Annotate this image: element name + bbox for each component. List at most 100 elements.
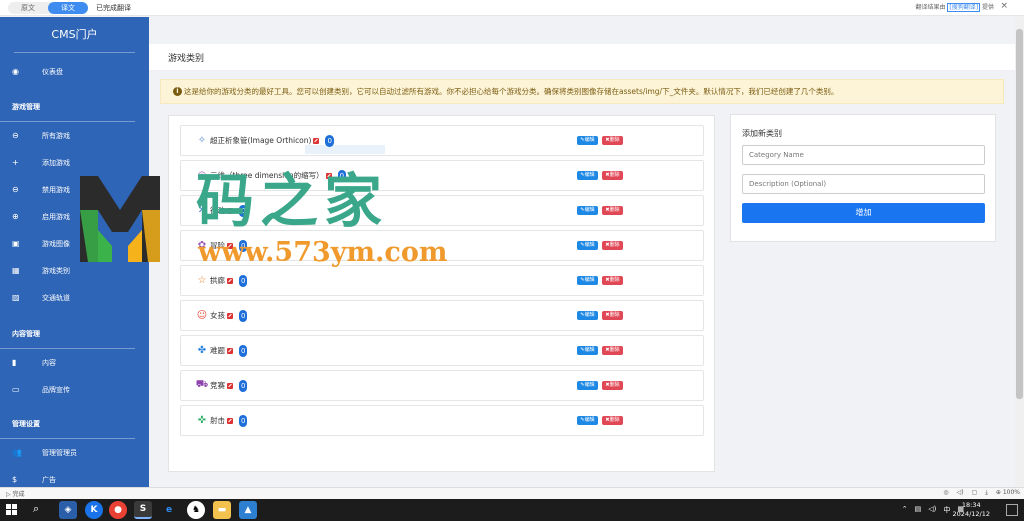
row-actions: ✎编辑 ✖删除 bbox=[577, 241, 623, 250]
delete-button[interactable]: ✖删除 bbox=[602, 136, 623, 145]
edit-button[interactable]: ✎编辑 bbox=[577, 276, 598, 285]
search-icon[interactable]: ⌕ bbox=[33, 502, 39, 516]
section-admin-settings: 管理设置 bbox=[0, 409, 135, 439]
external-link-icon[interactable] bbox=[227, 277, 233, 284]
shield-icon[interactable]: ◎ bbox=[943, 489, 948, 497]
delete-button[interactable]: ✖删除 bbox=[602, 346, 623, 355]
external-link-icon[interactable] bbox=[227, 417, 233, 424]
photos-icon[interactable]: ▲ bbox=[239, 501, 257, 519]
grid-icon: ▦ bbox=[12, 266, 20, 275]
delete-button[interactable]: ✖删除 bbox=[602, 416, 623, 425]
delete-button[interactable]: ✖删除 bbox=[602, 276, 623, 285]
translation-credit: 翻译结果由 [搜狗翻译] 提供 bbox=[915, 3, 994, 12]
row-actions: ✎编辑 ✖删除 bbox=[577, 206, 623, 215]
map-icon: ▨ bbox=[12, 293, 20, 302]
category-description-input[interactable] bbox=[742, 174, 985, 194]
ime-indicator[interactable]: 中 bbox=[943, 505, 950, 515]
sidebar-item-branding[interactable]: ▭ 品牌宣传 bbox=[0, 376, 149, 403]
notice-text: 这是给你的游戏分类的最好工具。您可以创建类别，它可以自动过滤所有游戏。你不必担心… bbox=[184, 87, 839, 96]
sidebar-item-ads[interactable]: $ 广告 bbox=[0, 466, 149, 487]
clock-time: 18:34 bbox=[961, 501, 981, 509]
delete-button[interactable]: ✖删除 bbox=[602, 311, 623, 320]
page-title: 游戏类别 bbox=[168, 53, 205, 64]
watermark-title: 码之家 bbox=[196, 167, 389, 235]
edit-button[interactable]: ✎编辑 bbox=[577, 136, 598, 145]
folder-icon[interactable]: ▬ bbox=[213, 501, 231, 519]
external-link-icon[interactable] bbox=[227, 312, 233, 319]
edit-button[interactable]: ✎编辑 bbox=[577, 311, 598, 320]
browser-status-bar: ▷ 完成 ◎ ◁) ▢ ⤓ ⊕ 100% bbox=[0, 487, 1024, 499]
notification-icon[interactable] bbox=[1006, 504, 1018, 516]
sidebar-item-admins[interactable]: 👥 管理管理员 bbox=[0, 439, 149, 466]
info-icon: i bbox=[173, 87, 182, 96]
info-notice: i 这是给你的游戏分类的最好工具。您可以创建类别，它可以自动过滤所有游戏。你不必… bbox=[160, 79, 1004, 104]
sound-icon[interactable]: ◁) bbox=[957, 489, 964, 497]
section-game-management: 游戏管理 bbox=[0, 92, 135, 122]
edit-button[interactable]: ✎编辑 bbox=[577, 241, 598, 250]
external-link-icon[interactable] bbox=[313, 137, 320, 144]
app-icon-1[interactable]: ◈ bbox=[59, 501, 77, 519]
sidebar-item-dashboard[interactable]: ◉ 仪表盘 bbox=[0, 58, 149, 85]
section-content-management: 内容管理 bbox=[0, 319, 135, 349]
qq-icon[interactable]: ♞ bbox=[187, 501, 205, 519]
game-count-badge: 0 bbox=[239, 414, 248, 427]
form-title: 添加新类别 bbox=[742, 129, 782, 138]
add-category-button[interactable]: 增加 bbox=[742, 203, 985, 223]
download-icon[interactable]: ⤓ bbox=[985, 489, 988, 497]
zoom-level[interactable]: ⊕ 100% bbox=[996, 489, 1020, 497]
plus-circle-icon: ⊕ bbox=[12, 212, 19, 221]
plus-icon: + bbox=[12, 158, 19, 167]
card-icon: ▭ bbox=[12, 385, 20, 394]
sogou-link[interactable]: [搜狗翻译] bbox=[947, 3, 981, 12]
translation-bar: 原文 译文 已完成翻译 翻译结果由 [搜狗翻译] 提供 × bbox=[0, 0, 1024, 16]
taskbar-clock[interactable]: 18:34 2024/12/12 bbox=[953, 501, 990, 519]
delete-button[interactable]: ✖删除 bbox=[602, 381, 623, 390]
status-text: ▷ 完成 bbox=[6, 491, 25, 498]
edit-button[interactable]: ✎编辑 bbox=[577, 171, 598, 180]
image-file-icon: ▣ bbox=[12, 239, 20, 248]
external-link-icon[interactable] bbox=[227, 382, 233, 389]
sidebar-item-content[interactable]: ▮ 内容 bbox=[0, 349, 149, 376]
tab-translated[interactable]: 译文 bbox=[48, 1, 88, 14]
sidebar-item-all-games[interactable]: ⊖ 所有游戏 bbox=[0, 122, 149, 149]
translate-toggle: 原文 译文 bbox=[8, 1, 88, 14]
users-icon: 👥 bbox=[12, 448, 22, 457]
clock-date: 2024/12/12 bbox=[952, 510, 990, 518]
edge-icon[interactable]: e bbox=[160, 501, 178, 519]
edit-button[interactable]: ✎编辑 bbox=[577, 206, 598, 215]
edit-button[interactable]: ✎编辑 bbox=[577, 416, 598, 425]
category-name-input[interactable] bbox=[742, 145, 985, 165]
close-translation-icon[interactable]: × bbox=[1000, 1, 1008, 11]
category-name: 射击 bbox=[210, 416, 225, 425]
category-name: 难题 bbox=[210, 346, 225, 355]
chevron-up-icon[interactable]: ⌃ bbox=[902, 505, 908, 515]
app-icon-k[interactable]: K bbox=[85, 501, 103, 519]
external-link-icon[interactable] bbox=[227, 347, 233, 354]
delete-button[interactable]: ✖删除 bbox=[602, 206, 623, 215]
sogou-browser-icon[interactable]: S bbox=[134, 501, 152, 519]
tab-original[interactable]: 原文 bbox=[8, 2, 48, 14]
scrollbar-thumb[interactable] bbox=[1016, 29, 1023, 399]
sidebar-item-traffic-track[interactable]: ▨ 交通轨道 bbox=[0, 284, 149, 311]
chrome-icon[interactable]: ● bbox=[109, 501, 127, 519]
windows-taskbar: ⌕ ◈ K ● S e ♞ ▬ ▲ ⌃ ▤ ◁) 中 ▦ 18:34 2024/… bbox=[0, 499, 1024, 521]
game-count-badge: 0 bbox=[239, 344, 248, 357]
table-row: ⛟ 竞赛 0 ✎编辑 ✖删除 bbox=[180, 370, 704, 401]
edit-button[interactable]: ✎编辑 bbox=[577, 381, 598, 390]
racing-icon: ⛟ bbox=[195, 379, 209, 390]
row-actions: ✎编辑 ✖删除 bbox=[577, 311, 623, 320]
volume-icon[interactable]: ◁) bbox=[928, 505, 936, 515]
brand-title[interactable]: CMS门户 bbox=[14, 17, 135, 53]
windows-start-icon[interactable] bbox=[6, 504, 18, 516]
row-actions: ✎编辑 ✖删除 bbox=[577, 346, 623, 355]
category-name: 超正析象管(Image Orthicon) bbox=[210, 136, 312, 145]
delete-button[interactable]: ✖删除 bbox=[602, 171, 623, 180]
network-icon[interactable]: ▤ bbox=[915, 505, 922, 515]
vertical-scrollbar[interactable] bbox=[1015, 17, 1024, 487]
minus-circle-icon: ⊖ bbox=[12, 185, 19, 194]
status-tray: ◎ ◁) ▢ ⤓ ⊕ 100% bbox=[943, 489, 1020, 497]
delete-button[interactable]: ✖删除 bbox=[602, 241, 623, 250]
table-row: ✤ 难题 0 ✎编辑 ✖删除 bbox=[180, 335, 704, 366]
edit-button[interactable]: ✎编辑 bbox=[577, 346, 598, 355]
lock-icon[interactable]: ▢ bbox=[972, 489, 978, 497]
